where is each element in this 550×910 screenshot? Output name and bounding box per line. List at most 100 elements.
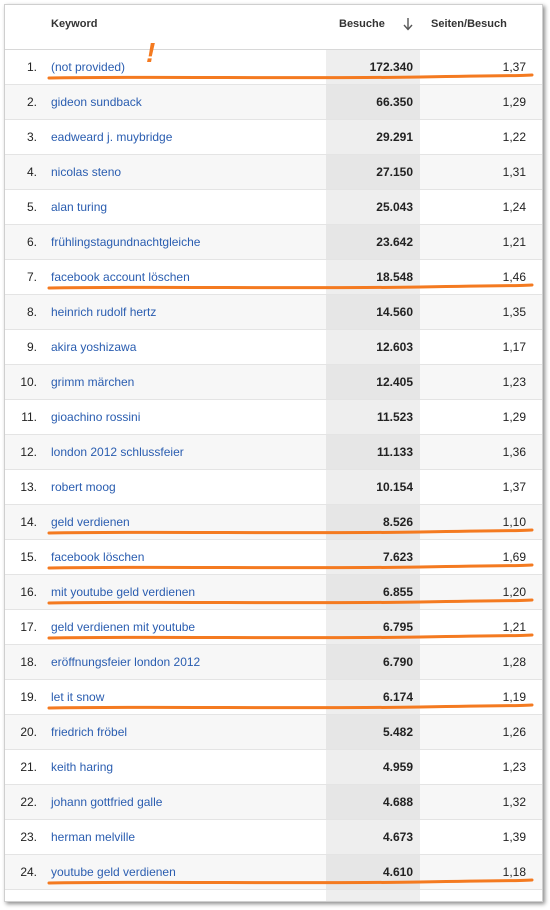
- keyword-link[interactable]: johann gottfried galle: [51, 795, 162, 809]
- table-header: Keyword Besuche Seiten/Besuch: [5, 5, 542, 50]
- keyword-link[interactable]: nicolas steno: [51, 165, 121, 179]
- pages-per-visit-value: 1,20: [502, 585, 526, 599]
- pages-per-visit-value: 1,23: [502, 375, 526, 389]
- row-rank: 15.: [20, 550, 37, 564]
- keyword-link[interactable]: eröffnungsfeier london 2012: [51, 655, 200, 669]
- pages-per-visit-value: 1,31: [502, 165, 526, 179]
- table-row: 22. johann gottfried galle 4.688 1,32: [5, 785, 542, 820]
- visits-value: 4.610: [382, 865, 413, 879]
- visits-value: 6.790: [382, 655, 413, 669]
- visits-value: 27.150: [376, 165, 413, 179]
- row-rank: 11.: [21, 410, 37, 424]
- visits-value: 11.133: [376, 445, 413, 459]
- keyword-link[interactable]: geld verdienen im internet: [51, 900, 189, 901]
- keyword-link[interactable]: youtube geld verdienen: [51, 865, 176, 879]
- visits-value: 6.855: [382, 585, 413, 599]
- keyword-link[interactable]: geld verdienen mit youtube: [51, 620, 195, 634]
- pages-per-visit-value: 1,18: [502, 865, 526, 879]
- visits-value: 6.795: [382, 620, 413, 634]
- visits-value: 172.340: [369, 60, 413, 74]
- table-row: 24. youtube geld verdienen 4.610 1,18: [5, 855, 542, 890]
- row-rank: 6.: [26, 235, 37, 249]
- pages-per-visit-value: 1,37: [502, 480, 526, 494]
- visits-value: 8.526: [382, 515, 413, 529]
- table-row: 6. frühlingstagundnachtgleiche 23.642 1,21: [5, 225, 542, 260]
- visits-value: 6.174: [382, 690, 413, 704]
- table-row: 18. eröffnungsfeier london 2012 6.790 1,28: [5, 645, 542, 680]
- pages-per-visit-value: 1,24: [502, 200, 526, 214]
- column-header-pages-per-visit[interactable]: Seiten/Besuch: [431, 18, 507, 30]
- row-rank: 13.: [20, 480, 37, 494]
- table-row: 7. facebook account löschen 18.548 1,46: [5, 260, 542, 295]
- keyword-link[interactable]: gioachino rossini: [51, 410, 140, 424]
- visits-value: 10.154: [376, 480, 413, 494]
- table-row: 5. alan turing 25.043 1,24: [5, 190, 542, 225]
- keyword-link[interactable]: akira yoshizawa: [51, 340, 136, 354]
- keyword-link[interactable]: facebook löschen: [51, 550, 144, 564]
- table-body: 1. (not provided) 172.340 1,37 2. gideon sund…: [5, 50, 542, 901]
- table-row: 20. friedrich fröbel 5.482 1,26: [5, 715, 542, 750]
- column-header-visits[interactable]: Besuche: [339, 18, 385, 30]
- visits-value: 14.560: [376, 305, 413, 319]
- row-rank: 21.: [20, 760, 37, 774]
- column-header-keyword[interactable]: Keyword: [51, 18, 97, 30]
- pages-per-visit-value: 1,21: [502, 620, 526, 634]
- pages-per-visit-value: 1,19: [502, 690, 526, 704]
- row-rank: 17.: [20, 620, 37, 634]
- visits-value: 25.043: [376, 200, 413, 214]
- pages-per-visit-value: 1,22: [502, 130, 526, 144]
- table-row: 9. akira yoshizawa 12.603 1,17: [5, 330, 542, 365]
- row-rank: 23.: [20, 830, 37, 844]
- pages-per-visit-value: 1,32: [502, 795, 526, 809]
- row-rank: 8.: [26, 305, 37, 319]
- arrow-down-icon[interactable]: [402, 17, 414, 31]
- table-row: 17. geld verdienen mit youtube 6.795 1,21: [5, 610, 542, 645]
- pages-per-visit-value: 1,29: [502, 410, 526, 424]
- keyword-link[interactable]: friedrich fröbel: [51, 725, 127, 739]
- keyword-link[interactable]: herman melville: [51, 830, 135, 844]
- keyword-link[interactable]: facebook account löschen: [51, 270, 190, 284]
- row-rank: 5.: [26, 200, 37, 214]
- row-rank: 3.: [26, 130, 37, 144]
- pages-per-visit-value: 1,10: [502, 515, 526, 529]
- row-rank: 1.: [26, 60, 37, 74]
- visits-value: 66.350: [376, 95, 413, 109]
- pages-per-visit-value: 1,69: [502, 550, 526, 564]
- keyword-link[interactable]: alan turing: [51, 200, 107, 214]
- pages-per-visit-value: 1,39: [502, 830, 526, 844]
- keyword-link[interactable]: london 2012 schlussfeier: [51, 445, 184, 459]
- row-rank: 4.: [26, 165, 37, 179]
- table-row: 16. mit youtube geld verdienen 6.855 1,20: [5, 575, 542, 610]
- row-rank: 24.: [20, 865, 37, 879]
- table-row: 4. nicolas steno 27.150 1,31: [5, 155, 542, 190]
- pages-per-visit-value: 1,17: [502, 340, 526, 354]
- keyword-link[interactable]: keith haring: [51, 760, 113, 774]
- visits-value: 11.523: [376, 410, 413, 424]
- keyword-link[interactable]: robert moog: [51, 480, 116, 494]
- table-row: 25. geld verdienen im internet 4.307 1,20: [5, 890, 542, 901]
- visits-value: 4.673: [382, 830, 413, 844]
- keyword-link[interactable]: eadweard j. muybridge: [51, 130, 172, 144]
- pages-per-visit-value: 1,35: [502, 305, 526, 319]
- row-rank: 12.: [20, 445, 37, 459]
- keyword-link[interactable]: frühlingstagundnachtgleiche: [51, 235, 200, 249]
- row-rank: 20.: [20, 725, 37, 739]
- keyword-link[interactable]: (not provided): [51, 60, 125, 74]
- pages-per-visit-value: 1,20: [425, 900, 526, 901]
- keyword-link[interactable]: geld verdienen: [51, 515, 130, 529]
- pages-per-visit-value: 1,21: [502, 235, 526, 249]
- keyword-report-table: Keyword Besuche Seiten/Besuch 1. (not pro…: [4, 4, 543, 902]
- keyword-link[interactable]: heinrich rudolf hertz: [51, 305, 156, 319]
- table-row: 15. facebook löschen 7.623 1,69: [5, 540, 542, 575]
- row-rank: 18.: [20, 655, 37, 669]
- pages-per-visit-value: 1,36: [502, 445, 526, 459]
- visits-value: 18.548: [376, 270, 413, 284]
- keyword-link[interactable]: mit youtube geld verdienen: [51, 585, 195, 599]
- table-row: 11. gioachino rossini 11.523 1,29: [5, 400, 542, 435]
- table-row: 14. geld verdienen 8.526 1,10: [5, 505, 542, 540]
- keyword-link[interactable]: let it snow: [51, 690, 104, 704]
- keyword-link[interactable]: grimm märchen: [51, 375, 134, 389]
- keyword-link[interactable]: gideon sundback: [51, 95, 142, 109]
- row-rank: 22.: [20, 795, 37, 809]
- table-row: 21. keith haring 4.959 1,23: [5, 750, 542, 785]
